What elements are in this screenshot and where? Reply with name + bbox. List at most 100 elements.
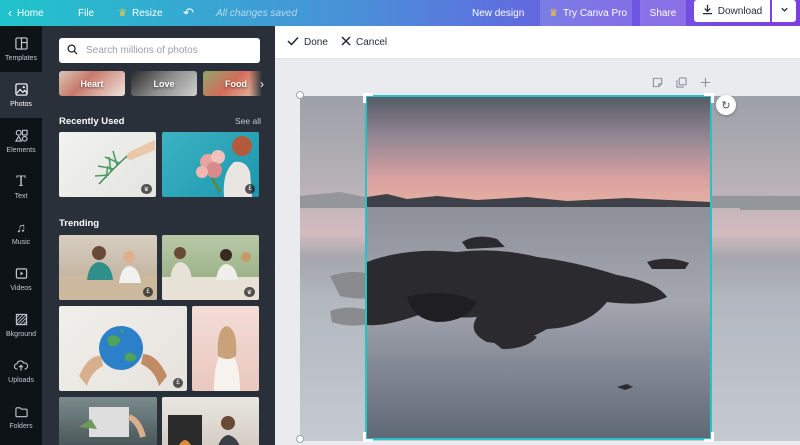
chips-next-button[interactable]: ›: [249, 71, 275, 96]
rail-item-videos[interactable]: Videos: [0, 256, 42, 302]
rail-label: Templates: [5, 54, 37, 62]
undo-button[interactable]: ↶: [183, 0, 194, 26]
resize-button[interactable]: ♛ Resize: [118, 0, 163, 26]
photos-panel: Heart Love Food › Recently Used See all …: [42, 26, 275, 445]
image-resize-handle[interactable]: [296, 91, 304, 99]
image-resize-handle[interactable]: [296, 435, 304, 443]
page-tools: [652, 77, 711, 91]
rail-label: Text: [14, 192, 28, 200]
rail-item-music[interactable]: ♫ Music: [0, 210, 42, 256]
home-button[interactable]: ‹ Home: [8, 0, 44, 26]
top-bar: ‹ Home File ♛ Resize ↶ All changes saved…: [0, 0, 800, 26]
free-badge: £: [173, 378, 183, 388]
rail-item-photos[interactable]: Photos: [0, 72, 42, 118]
rail-label: Videos: [10, 284, 32, 292]
fireplace-room-image: [168, 415, 240, 445]
rail-item-folders[interactable]: Folders: [0, 394, 42, 440]
home-label: Home: [17, 7, 44, 19]
rail-label: Uploads: [8, 376, 34, 384]
music-icon: ♫: [16, 220, 26, 235]
crop-handle-top-right[interactable]: [704, 93, 714, 103]
crop-handle-top-left[interactable]: [363, 93, 373, 103]
duplicate-page-icon[interactable]: [676, 77, 687, 91]
free-badge: £: [245, 184, 255, 194]
photo-thumbnail[interactable]: ♛: [162, 235, 259, 300]
photo-thumbnail[interactable]: [59, 397, 157, 445]
try-canva-pro-button[interactable]: ♛ Try Canva Pro: [540, 0, 632, 26]
videos-icon: [15, 267, 28, 281]
design-canvas[interactable]: ↻: [275, 59, 800, 445]
file-label: File: [78, 7, 95, 19]
rail-item-background[interactable]: Bkground: [0, 302, 42, 348]
photo-thumbnail[interactable]: [162, 397, 259, 445]
folders-icon: [14, 405, 28, 419]
download-button[interactable]: Download: [694, 0, 770, 22]
rail-label: Folders: [9, 422, 33, 430]
crop-handle-bottom-left[interactable]: [363, 432, 373, 442]
crown-icon: ♛: [549, 7, 558, 19]
search-input[interactable]: [86, 45, 256, 56]
rail-item-templates[interactable]: Templates: [0, 26, 42, 72]
recently-used-title: Recently Used: [59, 116, 125, 127]
photo-thumbnail[interactable]: £: [162, 132, 259, 197]
note-icon[interactable]: [652, 77, 663, 91]
resize-label: Resize: [131, 7, 163, 19]
photo-thumbnail[interactable]: £: [59, 235, 157, 300]
photo-thumbnail[interactable]: ♛: [59, 132, 156, 197]
done-label: Done: [304, 37, 328, 48]
chevron-right-icon: ›: [260, 76, 264, 91]
cancel-label: Cancel: [356, 37, 388, 48]
file-menu[interactable]: File: [78, 0, 94, 26]
save-status: All changes saved: [216, 7, 298, 19]
chevron-left-icon: ‹: [8, 6, 12, 20]
kitchen-sink-image: [79, 407, 146, 438]
photo-thumbnail[interactable]: [192, 306, 259, 391]
see-all-link[interactable]: See all: [235, 116, 261, 126]
rail-label: Elements: [6, 146, 36, 154]
search-icon: [67, 42, 78, 60]
woman-from-behind-image: [214, 326, 240, 391]
trending-title: Trending: [59, 218, 100, 229]
rail-label: Bkground: [6, 330, 36, 338]
share-button[interactable]: Share: [640, 0, 686, 26]
crop-handle-bottom-right[interactable]: [704, 432, 714, 442]
photos-icon: [14, 83, 28, 97]
download-options-button[interactable]: [772, 0, 796, 22]
rail-label: Music: [11, 238, 31, 246]
crop-frame[interactable]: [365, 95, 712, 440]
crop-toolbar: Done Cancel: [275, 26, 800, 59]
background-icon: [15, 313, 28, 327]
done-button[interactable]: Done: [287, 26, 328, 59]
try-pro-label: Try Canva Pro: [562, 7, 628, 19]
elements-icon: [14, 129, 28, 143]
keyword-chip-heart[interactable]: Heart: [59, 71, 125, 96]
rotate-button[interactable]: ↻: [716, 95, 736, 115]
rail-item-text[interactable]: T Text: [0, 164, 42, 210]
check-icon: [287, 36, 299, 49]
cancel-button[interactable]: Cancel: [341, 26, 387, 59]
keyword-chip-love[interactable]: Love: [131, 71, 197, 96]
seascape-image: [367, 97, 710, 438]
photo-thumbnail[interactable]: £: [59, 306, 187, 391]
download-label: Download: [717, 5, 763, 17]
chevron-down-icon: [780, 5, 789, 17]
free-badge: £: [143, 287, 153, 297]
hands-holding-globe-image: [79, 326, 167, 386]
close-icon: [341, 36, 351, 49]
rotate-icon: ↻: [721, 99, 731, 112]
side-rail: Templates Photos Elements T Text ♫ Music…: [0, 26, 42, 445]
crown-icon: ♛: [118, 7, 127, 19]
pro-badge: ♛: [243, 287, 255, 297]
rail-item-uploads[interactable]: Uploads: [0, 348, 42, 394]
search-box[interactable]: [59, 38, 260, 63]
rail-item-elements[interactable]: Elements: [0, 118, 42, 164]
text-icon: T: [16, 173, 26, 190]
rail-label: Photos: [10, 100, 32, 108]
download-icon: [702, 4, 713, 18]
templates-icon: [14, 37, 28, 51]
undo-icon: ↶: [183, 5, 194, 20]
uploads-icon: [14, 359, 28, 373]
new-design-button[interactable]: New design: [472, 0, 524, 26]
add-page-icon[interactable]: [700, 77, 711, 91]
pro-badge: ♛: [140, 184, 152, 194]
